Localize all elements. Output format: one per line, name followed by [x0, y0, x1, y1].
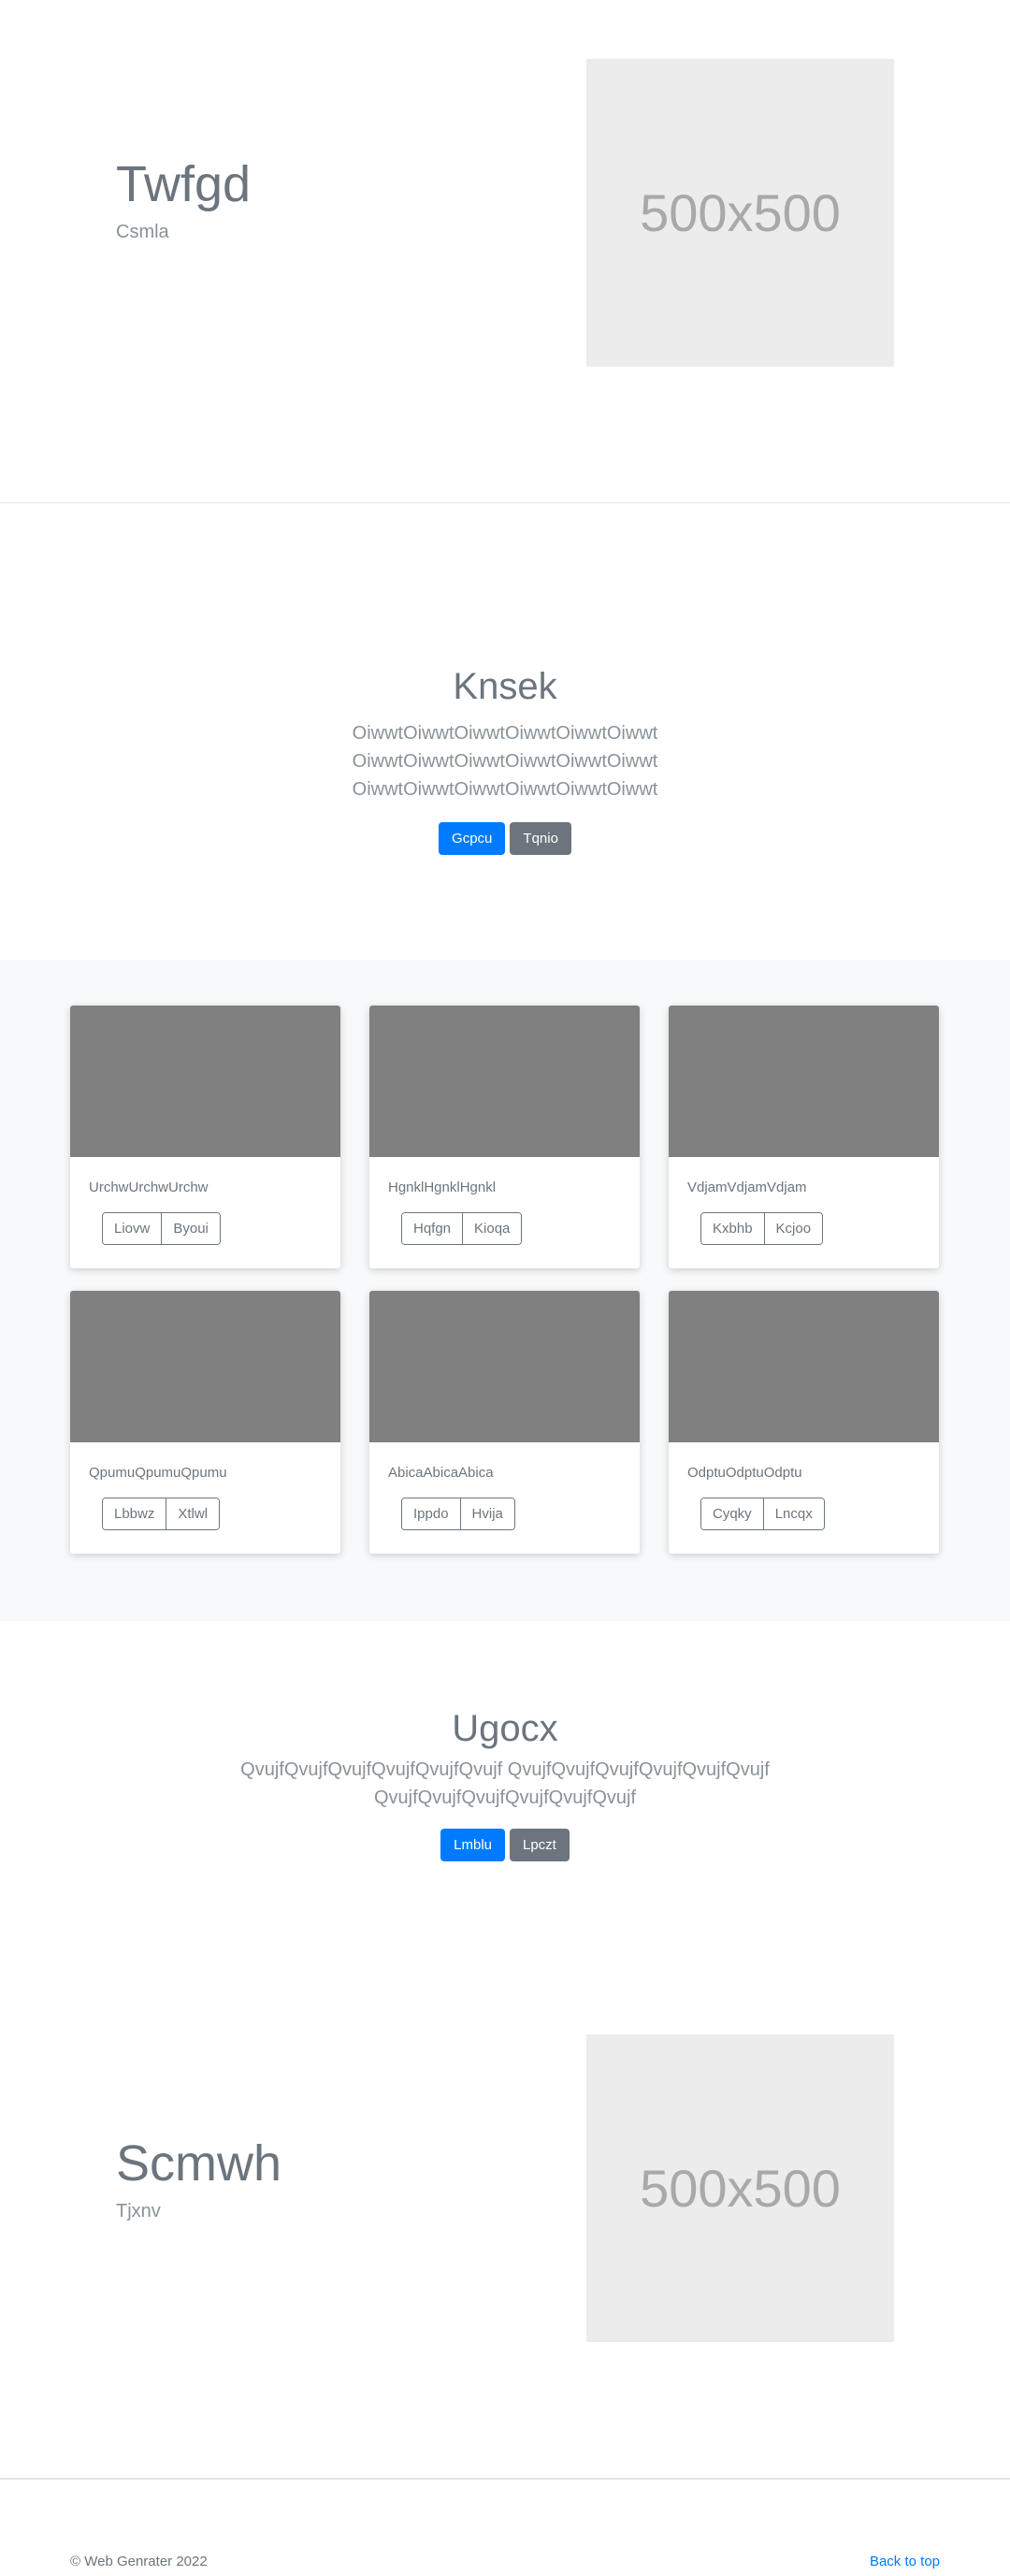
card-edit-button[interactable]: Hvija: [459, 1498, 514, 1529]
card-image: [70, 1006, 340, 1157]
section-title: Ugocx: [452, 1708, 558, 1749]
card: AbicaAbicaAbica Ippdo Hvija: [369, 1291, 640, 1554]
card-text: OdptuOdptuOdptu: [687, 1465, 802, 1481]
card: QpumuQpumuQpumu Lbbwz Xtlwl: [70, 1291, 340, 1554]
card-text: HgnklHgnklHgnkl: [388, 1179, 497, 1195]
jumbotron-section: Knsek OiwwtOiwwtOiwwtOiwwtOiwwtOiwwt Oiw…: [0, 666, 1010, 855]
section-lead: OiwwtOiwwtOiwwtOiwwtOiwwtOiwwt OiwwtOiww…: [0, 719, 1010, 803]
card-view-button[interactable]: Ippdo: [402, 1498, 460, 1529]
hero-subtitle: Tjxnv: [116, 2201, 161, 2222]
footer: © Web Genrater 2022 Back to top: [0, 2479, 1010, 2576]
lead-line: OiwwtOiwwtOiwwtOiwwtOiwwtOiwwt: [352, 723, 658, 744]
hero-image-placeholder: 500x500: [586, 59, 894, 367]
action-buttons: Gcpcu Tqnio: [0, 822, 1010, 855]
card-view-button[interactable]: Cyqky: [701, 1498, 763, 1529]
back-to-top-link[interactable]: Back to top: [870, 2554, 940, 2569]
album-section: UrchwUrchwUrchw Liovw Byoui HgnklHgnklHg…: [0, 960, 1010, 1621]
hero-text: Scmwh Tjxnv: [116, 2135, 282, 2222]
hero-text: Twfgd Csmla: [116, 156, 252, 243]
hero-section-top: Twfgd Csmla 500x500: [0, 0, 1010, 503]
primary-button[interactable]: Gcpcu: [439, 822, 506, 855]
card-edit-button[interactable]: Kioqa: [462, 1213, 522, 1244]
card-view-button[interactable]: Hqfgn: [402, 1213, 463, 1244]
hero-subtitle: Csmla: [116, 222, 169, 243]
lead-line: OiwwtOiwwtOiwwtOiwwtOiwwtOiwwt: [352, 751, 658, 772]
section-title: Knsek: [453, 666, 557, 707]
card: VdjamVdjamVdjam Kxbhb Kcjoo: [669, 1006, 939, 1268]
secondary-button[interactable]: Lpczt: [510, 1829, 570, 1861]
lead-line: QvujfQvujfQvujfQvujfQvujfQvujf: [373, 1787, 637, 1808]
card-image: [369, 1291, 640, 1442]
card-image: [669, 1006, 939, 1157]
secondary-button[interactable]: Tqnio: [510, 822, 571, 855]
lead-line: QvujfQvujfQvujfQvujfQvujfQvujf QvujfQvuj…: [240, 1759, 770, 1780]
copyright-text: © Web Genrater 2022: [70, 2554, 208, 2569]
card-button-group: Hqfgn Kioqa: [401, 1212, 523, 1245]
card-text: AbicaAbicaAbica: [388, 1465, 494, 1481]
card-button-group: Kxbhb Kcjoo: [700, 1212, 824, 1245]
card-view-button[interactable]: Kxbhb: [701, 1213, 764, 1244]
action-buttons: Lmblu Lpczt: [0, 1829, 1010, 1861]
card-edit-button[interactable]: Byoui: [161, 1213, 220, 1244]
card: OdptuOdptuOdptu Cyqky Lncqx: [669, 1291, 939, 1554]
card-text: UrchwUrchwUrchw: [89, 1179, 209, 1195]
card-edit-button[interactable]: Kcjoo: [763, 1213, 823, 1244]
card-text: QpumuQpumuQpumu: [89, 1465, 227, 1481]
card-image: [669, 1291, 939, 1442]
hero-title: Scmwh: [116, 2135, 282, 2192]
jumbotron-section: Ugocx QvujfQvujfQvujfQvujfQvujfQvujf Qvu…: [0, 1708, 1010, 1861]
card-view-button[interactable]: Lbbwz: [103, 1498, 166, 1529]
card-button-group: Ippdo Hvija: [401, 1498, 515, 1530]
card-button-group: Lbbwz Xtlwl: [102, 1498, 221, 1530]
lead-line: OiwwtOiwwtOiwwtOiwwtOiwwtOiwwt: [352, 779, 658, 800]
section-lead: QvujfQvujfQvujfQvujfQvujfQvujf QvujfQvuj…: [0, 1756, 1010, 1812]
card: UrchwUrchwUrchw Liovw Byoui: [70, 1006, 340, 1268]
card-text: VdjamVdjamVdjam: [687, 1179, 807, 1195]
card-button-group: Liovw Byoui: [102, 1212, 221, 1245]
hero-image-placeholder: 500x500: [586, 2034, 894, 2342]
primary-button[interactable]: Lmblu: [440, 1829, 505, 1861]
card-view-button[interactable]: Liovw: [103, 1213, 162, 1244]
card-image: [70, 1291, 340, 1442]
card-edit-button[interactable]: Lncqx: [762, 1498, 824, 1529]
card-button-group: Cyqky Lncqx: [700, 1498, 825, 1530]
card: HgnklHgnklHgnkl Hqfgn Kioqa: [369, 1006, 640, 1268]
card-image: [369, 1006, 640, 1157]
card-edit-button[interactable]: Xtlwl: [166, 1498, 220, 1529]
hero-title: Twfgd: [116, 156, 252, 212]
